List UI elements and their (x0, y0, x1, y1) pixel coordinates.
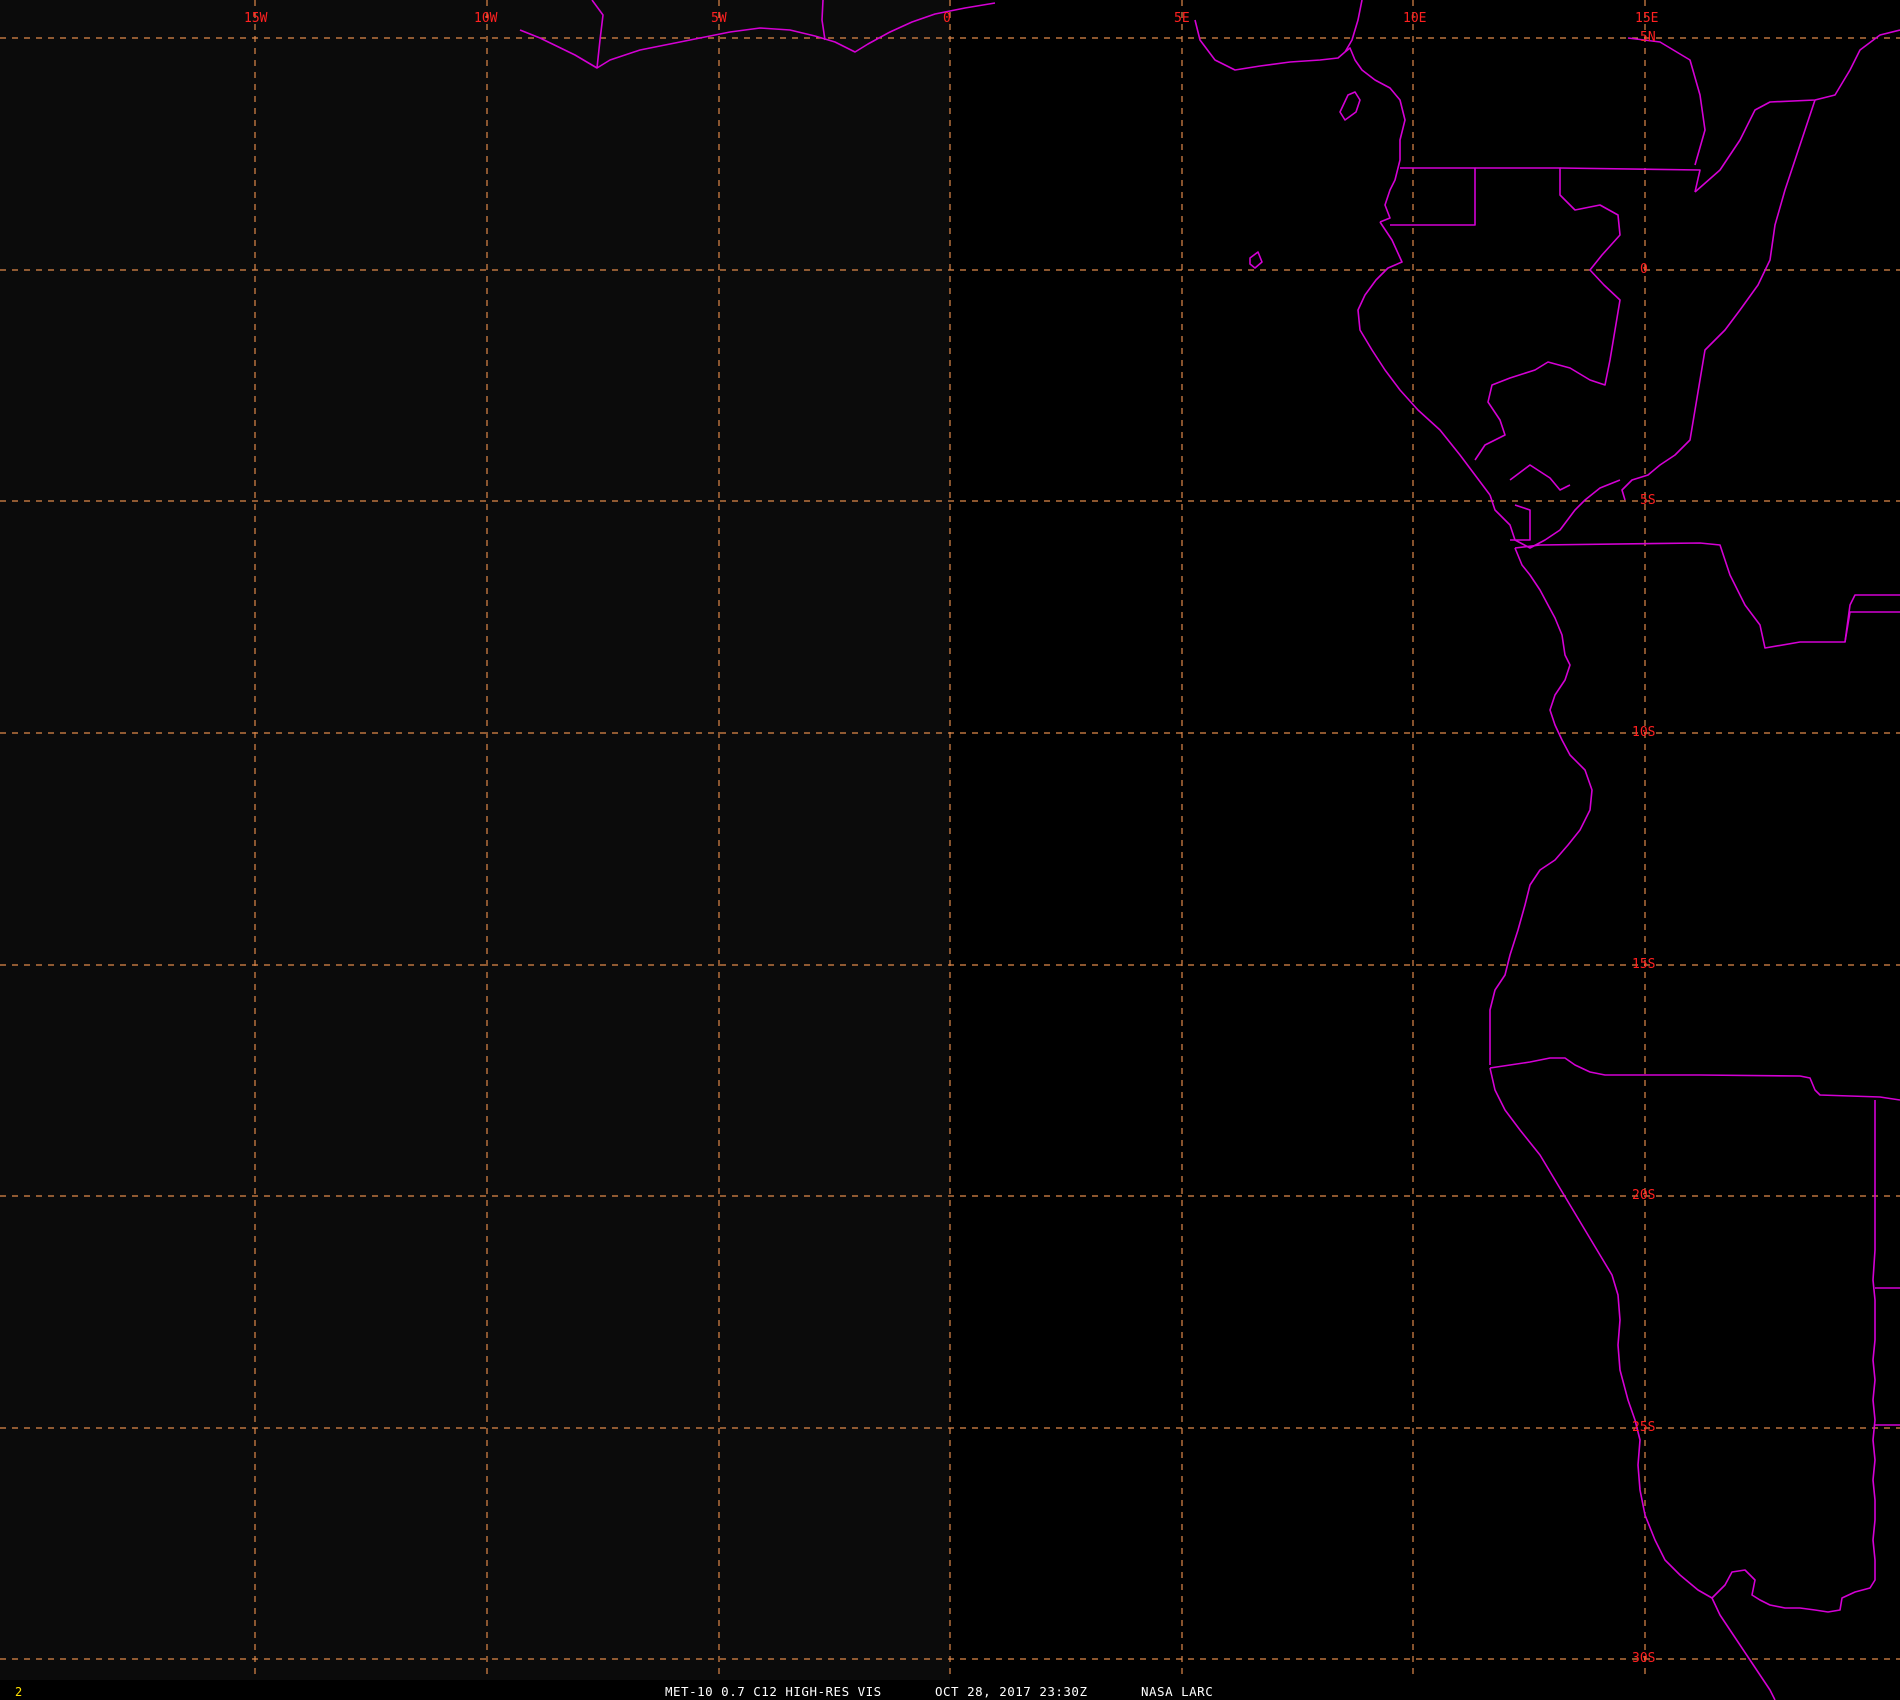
product-label: MET-10 0.7 C12 HIGH-RES VIS (665, 1684, 882, 1699)
lat-label-25s: 25S (1632, 1420, 1655, 1435)
frame-number: 2 (15, 1685, 22, 1699)
lat-label-5n: 5N (1640, 30, 1656, 45)
datetime-label: OCT 28, 2017 23:30Z (935, 1684, 1088, 1699)
lon-label-15e: 15E (1635, 11, 1658, 26)
lat-label-20s: 20S (1632, 1188, 1655, 1203)
lon-label-5e: 5E (1174, 11, 1190, 26)
lon-label-0: 0 (943, 11, 951, 26)
lon-label-10e: 10E (1403, 11, 1426, 26)
source-label: NASA LARC (1141, 1684, 1213, 1699)
lat-label-15s: 15S (1632, 957, 1655, 972)
lat-label-10s: 10S (1632, 725, 1655, 740)
lon-label-15w: 15W (244, 11, 268, 26)
lat-label-30s: 30S (1632, 1651, 1655, 1666)
lat-label-5s: 5S (1640, 493, 1656, 508)
satellite-map: 15W 10W 5W 0 5E 10E 15E 5N 0 5S 10S 15S … (0, 0, 1900, 1700)
lat-label-0: 0 (1640, 262, 1648, 277)
lon-label-5w: 5W (711, 11, 727, 26)
lon-label-10w: 10W (474, 11, 498, 26)
